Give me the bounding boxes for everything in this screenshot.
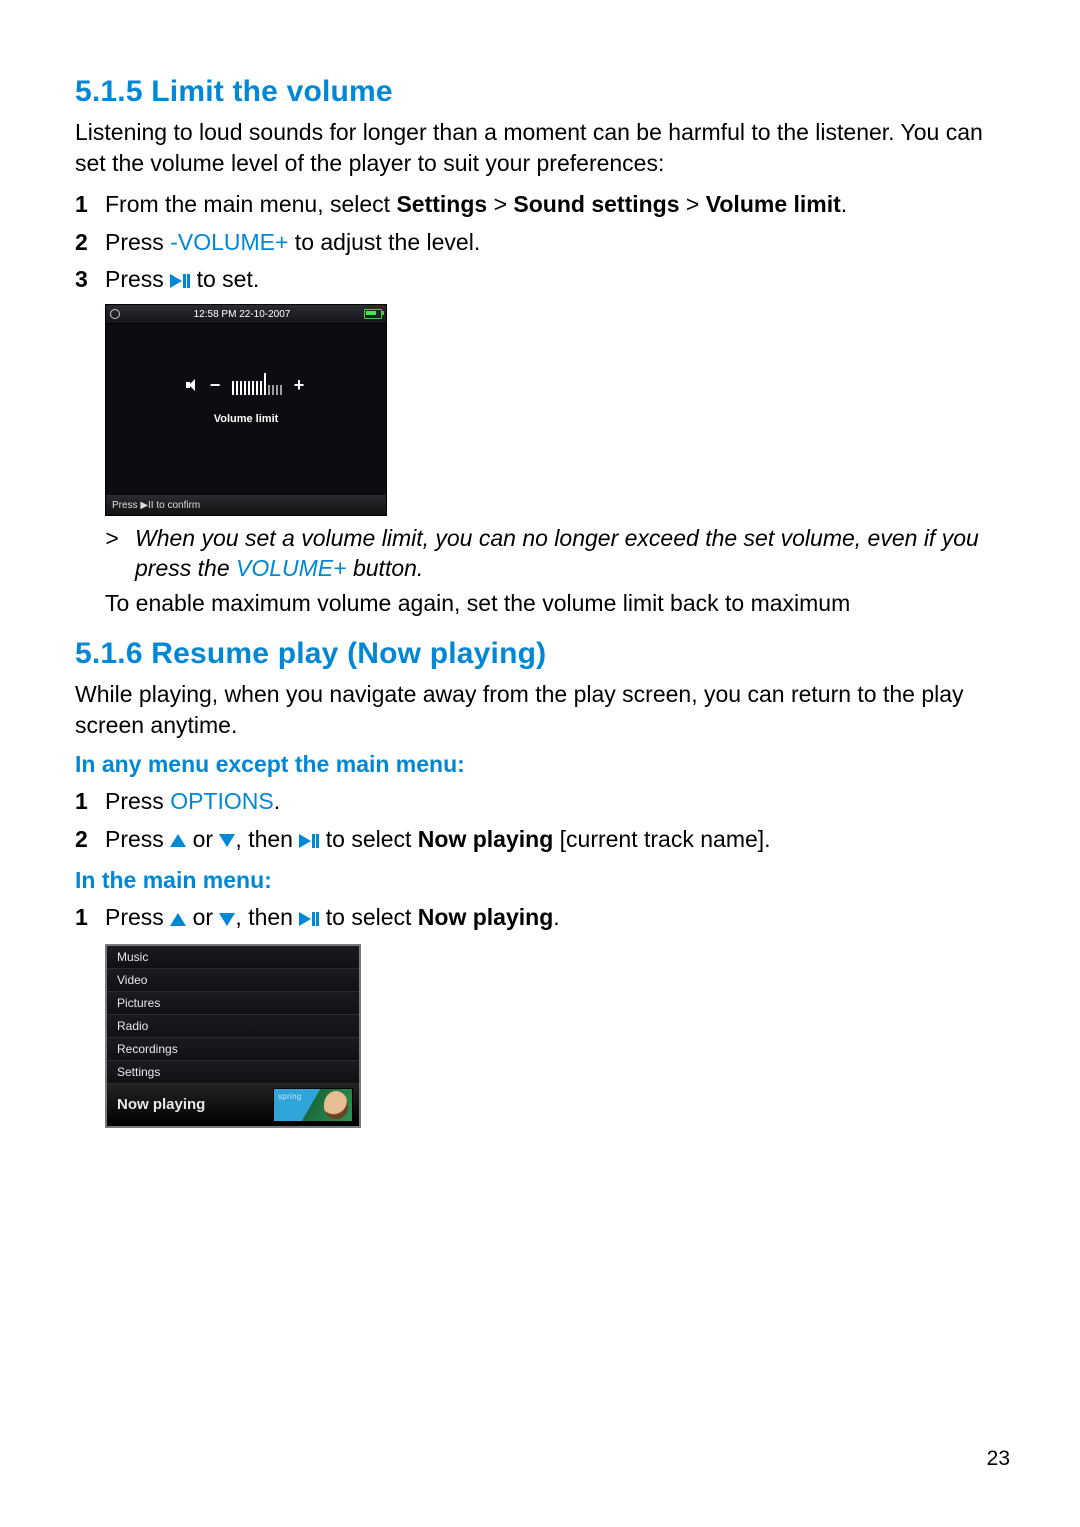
play-pause-icon [299, 912, 319, 926]
step-number: 1 [75, 187, 105, 223]
now-playing-row: Now playing spring [107, 1084, 359, 1126]
step-number: 1 [75, 900, 105, 936]
up-arrow-icon [170, 913, 186, 926]
subheading-main-menu: In the main menu: [75, 867, 1010, 894]
step-text: Press or , then to select Now playing [c… [105, 822, 1010, 858]
steps-515: 1 From the main menu, select Settings > … [75, 187, 1010, 298]
menu-item: Settings [107, 1061, 359, 1084]
volume-ticks [232, 375, 282, 395]
step-text: Press to set. [105, 262, 1010, 298]
step-text: From the main menu, select Settings > So… [105, 187, 1010, 223]
step-number: 1 [75, 784, 105, 820]
after-note-515: To enable maximum volume again, set the … [105, 588, 1010, 619]
volume-limit-screenshot: 12:58 PM 22-10-2007 − + Volume limit Pre… [105, 304, 387, 516]
now-playing-label: Now playing [117, 1096, 205, 1113]
volume-key: -VOLUME+ [170, 229, 288, 255]
step-number: 2 [75, 822, 105, 858]
step-text: Press OPTIONS. [105, 784, 1010, 820]
menu-item: Video [107, 969, 359, 992]
gear-icon [110, 309, 120, 319]
options-key: OPTIONS [170, 788, 274, 814]
volume-limit-label: Volume limit [106, 413, 386, 425]
heading-516: 5.1.6 Resume play (Now playing) [75, 637, 1010, 671]
menu-item: Radio [107, 1015, 359, 1038]
minus-icon: − [208, 376, 222, 394]
heading-515: 5.1.5 Limit the volume [75, 75, 1010, 109]
confirm-footer: Press ▶II to confirm [106, 495, 386, 515]
menu-item: Music [107, 946, 359, 969]
page-number: 23 [987, 1447, 1010, 1471]
step-text: Press or , then to select Now playing. [105, 900, 1010, 936]
battery-icon [364, 309, 382, 319]
note-515: > When you set a volume limit, you can n… [105, 524, 1010, 584]
subheading-any-menu: In any menu except the main menu: [75, 751, 1010, 778]
status-time: 12:58 PM 22-10-2007 [194, 309, 291, 320]
menu-item: Recordings [107, 1038, 359, 1061]
step-number: 2 [75, 225, 105, 261]
down-arrow-icon [219, 913, 235, 926]
step-text: Press -VOLUME+ to adjust the level. [105, 225, 1010, 261]
play-pause-icon [170, 274, 190, 288]
speaker-icon [186, 379, 198, 391]
play-pause-icon [299, 834, 319, 848]
volume-plus-key: VOLUME+ [236, 555, 347, 581]
intro-516: While playing, when you navigate away fr… [75, 679, 1010, 741]
down-arrow-icon [219, 834, 235, 847]
up-arrow-icon [170, 834, 186, 847]
step-number: 3 [75, 262, 105, 298]
plus-icon: + [292, 376, 306, 394]
main-menu-screenshot: Music Video Pictures Radio Recordings Se… [105, 944, 361, 1128]
intro-515: Listening to loud sounds for longer than… [75, 117, 1010, 179]
album-art: spring [273, 1088, 353, 1122]
menu-item: Pictures [107, 992, 359, 1015]
